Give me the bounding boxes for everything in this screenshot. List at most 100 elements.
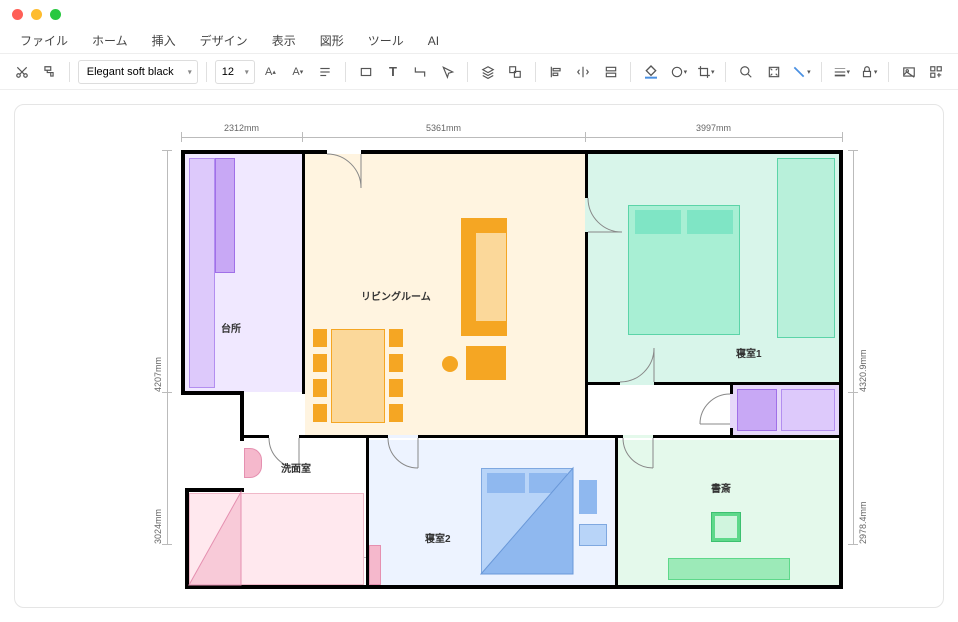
rectangle-tool[interactable] (354, 60, 377, 84)
bathroom-cabinet[interactable] (369, 545, 381, 585)
living-sofa-arm1[interactable] (475, 218, 507, 232)
dining-chair[interactable] (389, 379, 403, 397)
living-lamp[interactable] (442, 356, 458, 372)
dim-left-2: 3024mm (153, 392, 163, 544)
format-painter-button[interactable] (37, 60, 60, 84)
menu-home[interactable]: ホーム (80, 28, 140, 53)
dining-chair[interactable] (313, 379, 327, 397)
dining-chair[interactable] (389, 329, 403, 347)
crop-button[interactable]: ▾ (694, 60, 717, 84)
door-gap (269, 435, 299, 438)
toolbar-separator (206, 62, 207, 82)
dim-top-3: 3997mm (585, 123, 842, 133)
floor-plan[interactable]: 台所 リビングルーム 寝室1 洗面室 寝室2 書斎 (181, 150, 843, 590)
text-tool[interactable]: T (381, 60, 404, 84)
kitchen-cabinet[interactable] (215, 158, 235, 273)
dining-chair[interactable] (389, 404, 403, 422)
bedroom2-nightstand[interactable] (579, 480, 597, 514)
bedroom2-pillow[interactable] (487, 473, 525, 493)
shape-outline-button[interactable]: ▾ (667, 60, 690, 84)
text-align-button[interactable] (314, 60, 337, 84)
dining-chair[interactable] (313, 354, 327, 372)
toolbar-separator (725, 62, 726, 82)
wall (181, 150, 843, 154)
dining-chair[interactable] (313, 329, 327, 347)
living-sofa-arm2[interactable] (475, 322, 507, 336)
dim-line (167, 150, 168, 544)
menu-insert[interactable]: 挿入 (140, 28, 188, 53)
flip-button[interactable] (572, 60, 595, 84)
toolbar: Elegant soft black 12 A▴ A▾ T ▾ ▾ ▾ ▾ ▾ (0, 54, 958, 90)
menu-tool[interactable]: ツール (356, 28, 416, 53)
more-shapes-button[interactable] (925, 60, 948, 84)
toolbar-separator (467, 62, 468, 82)
align-left-button[interactable] (544, 60, 567, 84)
maximize-window-button[interactable] (50, 9, 61, 20)
door-gap (327, 150, 361, 154)
bedroom1-wardrobe[interactable] (777, 158, 835, 338)
lock-button[interactable]: ▾ (857, 60, 880, 84)
dim-top-2: 5361mm (302, 123, 585, 133)
closet-item[interactable] (781, 389, 835, 431)
menu-design[interactable]: デザイン (188, 28, 260, 53)
toilet[interactable] (244, 448, 262, 478)
image-button[interactable] (897, 60, 920, 84)
door-gap (730, 394, 733, 428)
cut-button[interactable] (10, 60, 33, 84)
wall (615, 435, 618, 588)
connector-tool[interactable] (409, 60, 432, 84)
living-sofa-back[interactable] (461, 218, 475, 336)
living-sofa-seat[interactable] (475, 232, 507, 322)
label-living: リビングルーム (361, 288, 431, 303)
zoom-button[interactable] (734, 60, 757, 84)
menu-view[interactable]: 表示 (260, 28, 308, 53)
layers-button[interactable] (476, 60, 499, 84)
kitchen-counter[interactable] (189, 158, 215, 388)
study-desk[interactable] (668, 558, 790, 580)
dim-tick (842, 132, 843, 142)
window-chrome (0, 0, 958, 28)
closet-item[interactable] (737, 389, 777, 431)
line-style-button[interactable]: ▾ (789, 60, 812, 84)
group-button[interactable] (504, 60, 527, 84)
bathroom-fixture[interactable] (189, 493, 364, 585)
font-increase-button[interactable]: A▴ (259, 60, 282, 84)
living-chair[interactable] (466, 346, 506, 380)
wall (302, 150, 305, 394)
toolbar-separator (888, 62, 889, 82)
fill-color-button[interactable] (639, 60, 662, 84)
bedroom1-pillow[interactable] (635, 210, 681, 234)
dim-tick (302, 132, 303, 142)
font-select[interactable]: Elegant soft black (78, 60, 198, 84)
canvas-container: 2312mm 5361mm 3997mm 4207mm 3024mm 4320.… (0, 90, 958, 622)
bedroom1-pillow[interactable] (687, 210, 733, 234)
toolbar-separator (821, 62, 822, 82)
dim-line (853, 150, 854, 544)
drawing-canvas[interactable]: 2312mm 5361mm 3997mm 4207mm 3024mm 4320.… (14, 104, 944, 608)
dim-top-1: 2312mm (181, 123, 302, 133)
dining-table[interactable] (331, 329, 385, 423)
dim-tick (848, 392, 858, 393)
fit-page-button[interactable] (762, 60, 785, 84)
pointer-tool[interactable] (436, 60, 459, 84)
door-gap (388, 435, 418, 438)
close-window-button[interactable] (12, 9, 23, 20)
menu-bar: ファイル ホーム 挿入 デザイン 表示 図形 ツール AI (0, 28, 958, 54)
wall (839, 150, 843, 589)
dining-chair[interactable] (389, 354, 403, 372)
dining-chair[interactable] (313, 404, 327, 422)
minimize-window-button[interactable] (31, 9, 42, 20)
distribute-button[interactable] (599, 60, 622, 84)
menu-file[interactable]: ファイル (8, 28, 80, 53)
font-decrease-button[interactable]: A▾ (286, 60, 309, 84)
menu-shape[interactable]: 図形 (308, 28, 356, 53)
wall (185, 585, 843, 589)
dim-tick (162, 150, 172, 151)
menu-ai[interactable]: AI (416, 30, 451, 52)
bedroom2-pillow[interactable] (529, 473, 567, 493)
line-weight-button[interactable]: ▾ (830, 60, 853, 84)
study-chair-seat[interactable] (715, 516, 737, 538)
font-size-select[interactable]: 12 (215, 60, 255, 84)
toolbar-separator (345, 62, 346, 82)
bedroom2-chair[interactable] (579, 524, 607, 546)
